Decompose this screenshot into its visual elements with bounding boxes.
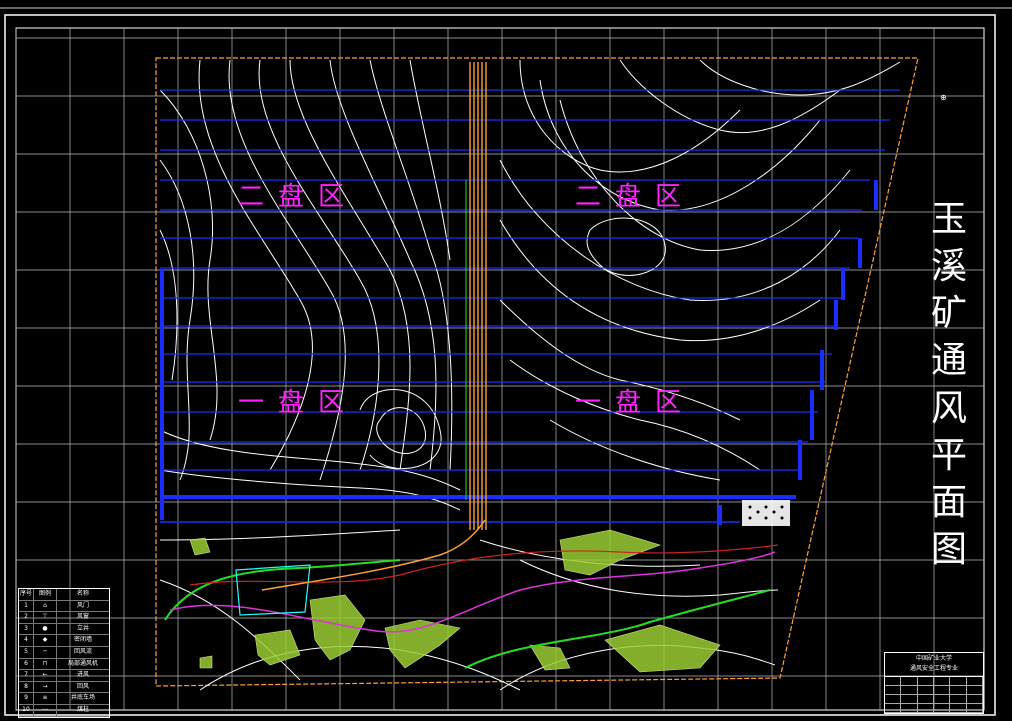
legend-no: 6: [19, 658, 34, 670]
geology-patches: [189, 529, 721, 673]
legend-symbol: →: [34, 681, 57, 693]
legend-row: 1 ⌂ 风门: [19, 600, 109, 613]
title-char-3: 矿: [930, 293, 967, 335]
blue-airways: [160, 89, 900, 525]
legend-name: 进风: [76, 671, 89, 679]
zone-label-upper-left: 二盘区: [238, 182, 359, 212]
legend-no: 9: [19, 693, 34, 704]
legend-symbol: ◆: [34, 635, 57, 646]
title-char-4: 通: [930, 340, 967, 382]
legend-symbol: ←: [34, 670, 57, 681]
legend-symbol: ⊤: [34, 612, 57, 623]
legend-no: 10: [19, 704, 34, 716]
title-block-header: 中国矿业大学 通风安全工程专业: [885, 653, 983, 677]
drawing-title: 玉 溪 矿 通 风 平 面 图: [918, 200, 980, 570]
title-char-2: 溪: [930, 246, 967, 288]
legend-row: 4 ◆ 密闭墙: [19, 635, 109, 647]
north-marker: ⊕: [940, 93, 947, 102]
title-char-1: 玉: [930, 199, 967, 240]
contour-line: [159, 89, 218, 441]
title-char-6: 平: [930, 434, 967, 476]
contour-line: [159, 529, 401, 541]
contour-line: [159, 469, 461, 511]
legend-no: 8: [19, 681, 34, 693]
green-line-2: [464, 589, 771, 669]
contour-line: [159, 429, 461, 491]
cad-drawing-canvas[interactable]: ⊕: [0, 0, 1012, 721]
legend-no: 5: [19, 646, 34, 658]
legend-symbol: ─: [34, 646, 57, 658]
legend-row: 10 ⋯ 煤柱: [19, 704, 109, 717]
mine-boundary: [155, 57, 919, 687]
patch-4: [604, 624, 721, 673]
legend-symbol: ⊓: [34, 658, 57, 670]
legend-symbol: ⌂: [34, 600, 57, 612]
legend-name: 回风: [76, 682, 89, 690]
legend-header: 序号 图例 名称: [19, 589, 109, 601]
green-line-1: [164, 559, 401, 621]
title-block-line1: 中国矿业大学: [915, 655, 952, 662]
legend-name: 回风流: [73, 647, 92, 655]
legend-no: 3: [19, 623, 34, 635]
contour-line: [359, 389, 442, 470]
legend-symbol: ≡: [34, 693, 57, 704]
legend-name: 井底车场: [70, 694, 95, 702]
legend-row: 9 ≡ 井底车场: [19, 693, 109, 705]
legend-header-name: 名称: [76, 590, 89, 597]
title-block-line2: 通风安全工程专业: [909, 665, 958, 672]
zone-label-lower-left: 一盘区: [238, 388, 359, 418]
legend-name: 煤柱: [76, 705, 89, 713]
title-char-8: 图: [930, 528, 967, 570]
legend-header-no: 序号: [19, 589, 34, 600]
contour-line: [586, 217, 666, 276]
title-char-5: 风: [930, 387, 967, 429]
legend-table: 序号 图例 名称 1 ⌂ 风门 2 ⊤ 风窗 3 ● 立井 4 ◆ 密闭墙 5 ─ 回风流 6 ⊓ 局部通风机 7 ←…: [18, 588, 110, 718]
legend-symbol: ●: [34, 623, 57, 635]
contour-line: [159, 579, 301, 681]
patch-8: [199, 655, 213, 669]
contour-line: [549, 419, 721, 481]
legend-row: 5 ─ 回风流: [19, 646, 109, 659]
legend-row: 7 ← 进风: [19, 670, 109, 682]
legend-row: 8 → 回风: [19, 681, 109, 694]
terrain-contours: [159, 59, 901, 691]
legend-no: 7: [19, 670, 34, 681]
contour-line: [519, 59, 741, 173]
legend-name: 密闭墙: [73, 636, 92, 644]
main-shaft: [469, 62, 487, 530]
legend-name: 局部通风机: [67, 659, 98, 667]
patch-7: [189, 537, 211, 556]
legend-name: 风门: [76, 601, 89, 609]
legend-symbol: ⋯: [34, 704, 57, 716]
title-char-7: 面: [930, 481, 967, 523]
coal-pillar-block: [742, 500, 790, 526]
contour-line: [369, 59, 453, 471]
legend-row: 6 ⊓ 局部通风机: [19, 658, 109, 671]
legend-no: 2: [19, 612, 34, 623]
patch-5: [529, 644, 571, 671]
title-block-grid: [885, 677, 983, 713]
legend-no: 1: [19, 600, 34, 612]
legend-row: 3 ● 立井: [19, 623, 109, 636]
contour-line: [519, 559, 779, 597]
legend-row: 2 ⊤ 风窗: [19, 612, 109, 624]
legend-name: 风窗: [76, 613, 89, 621]
title-block: 中国矿业大学 通风安全工程专业: [884, 652, 984, 714]
red-line-1: [189, 544, 779, 586]
zone-label-lower-right: 一盘区: [575, 388, 696, 418]
magenta-line-1: [169, 551, 776, 633]
legend-name: 立井: [76, 624, 89, 632]
contour-line: [376, 407, 426, 454]
legend-header-symbol: 图例: [34, 589, 57, 600]
zone-label-upper-right: 二盘区: [575, 182, 696, 212]
legend-no: 4: [19, 635, 34, 646]
